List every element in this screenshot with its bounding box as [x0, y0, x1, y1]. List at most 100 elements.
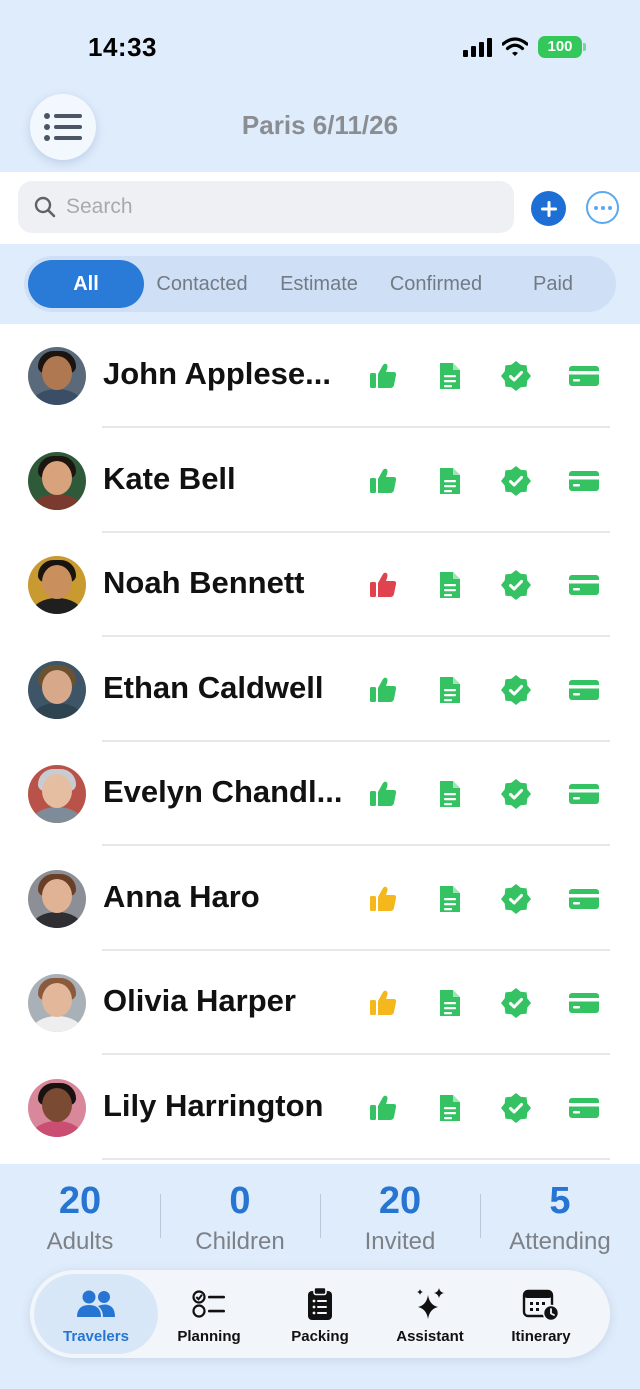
filter-tab-confirmed[interactable]: Confirmed: [378, 260, 494, 308]
avatar: [28, 1078, 86, 1137]
document-icon: [440, 572, 460, 598]
credit-card-icon: [569, 366, 599, 386]
stat-invited: 20 Invited: [320, 1178, 480, 1258]
document-icon: [440, 1094, 460, 1121]
filter-tab-all[interactable]: All: [28, 260, 144, 308]
stat-children: 0 Children: [160, 1178, 320, 1258]
verified-badge-icon: [501, 361, 531, 391]
filter-tab-paid[interactable]: Paid: [504, 260, 602, 308]
verified-badge-icon: [501, 674, 531, 705]
traveler-row[interactable]: Noah Bennett: [0, 533, 640, 637]
header: 14:33 100 Paris 6/11/26: [0, 0, 640, 172]
credit-card-icon: [569, 1097, 599, 1118]
traveler-row[interactable]: Lily Harrington: [0, 1056, 640, 1160]
avatar: [28, 974, 86, 1032]
paid-status: [568, 883, 600, 915]
paid-status: [568, 674, 600, 706]
page-title: Paris 6/11/26: [241, 110, 399, 140]
thumbs-up-icon: [370, 990, 397, 1015]
filter-tab-contacted[interactable]: Contacted: [146, 260, 258, 308]
tab-packing[interactable]: Packing: [265, 1274, 375, 1354]
thumbs-up-icon: [370, 468, 397, 493]
add-traveler-button[interactable]: [531, 191, 566, 226]
verified-badge-icon: [501, 465, 531, 496]
traveler-row[interactable]: Kate Bell: [0, 429, 640, 533]
tab-travelers-label: Travelers: [63, 1328, 129, 1345]
traveler-row[interactable]: Olivia Harper: [0, 951, 640, 1055]
status-time: 14:33: [88, 32, 157, 62]
search-field[interactable]: [18, 181, 514, 233]
credit-card-icon: [569, 470, 599, 491]
avatar: [28, 765, 86, 823]
contacted-status: [367, 360, 399, 392]
document-icon: [440, 990, 460, 1016]
estimate-status: [434, 569, 466, 601]
traveler-row[interactable]: John Applese...: [0, 324, 640, 428]
traveler-row[interactable]: Ethan Caldwell: [0, 638, 640, 742]
traveler-list: John Applese... Kate Bell Noah Bennett Etha…: [0, 324, 640, 1164]
verified-badge-icon: [501, 779, 531, 809]
thumbs-up-icon: [370, 677, 397, 702]
stat-adults: 20 Adults: [0, 1178, 160, 1258]
document-icon: [440, 781, 460, 807]
checklist-icon: [192, 1290, 225, 1318]
stat-attending: 5 Attending: [480, 1178, 640, 1258]
estimate-status: [434, 360, 466, 392]
confirmed-status: [500, 674, 532, 706]
paid-status: [568, 465, 600, 497]
tab-planning-label: Planning: [177, 1328, 241, 1345]
tab-planning[interactable]: Planning: [154, 1274, 264, 1354]
contacted-status: [367, 674, 399, 706]
stat-adults-value: 20: [58, 1180, 102, 1222]
wifi-icon: [502, 37, 528, 56]
confirmed-status: [500, 360, 532, 392]
ellipsis-icon: [593, 205, 598, 210]
confirmed-status: [500, 883, 532, 915]
avatar: [28, 347, 86, 405]
traveler-row[interactable]: Anna Haro: [0, 847, 640, 951]
avatar: [28, 556, 86, 614]
stat-children-value: 0: [229, 1180, 251, 1222]
credit-card-icon: [569, 679, 599, 700]
search-row: [0, 172, 640, 244]
search-input[interactable]: [66, 195, 486, 219]
thumbs-up-icon: [370, 886, 397, 911]
paid-status: [568, 987, 600, 1019]
estimate-status: [434, 883, 466, 915]
contacted-status: [367, 987, 399, 1019]
traveler-name: Evelyn Chandl...: [103, 774, 343, 809]
tab-assistant[interactable]: Assistant: [375, 1274, 485, 1354]
row-divider: [102, 1157, 610, 1160]
tab-packing-label: Packing: [291, 1328, 349, 1345]
stat-attending-label: Attending: [509, 1228, 611, 1255]
estimate-status: [434, 674, 466, 706]
stat-children-label: Children: [195, 1228, 285, 1255]
paid-status: [568, 569, 600, 601]
paid-status: [568, 1092, 600, 1124]
tab-travelers[interactable]: Travelers: [34, 1274, 158, 1354]
traveler-name: Lily Harrington: [103, 1087, 324, 1123]
cellular-signal-icon: [463, 37, 492, 57]
confirmed-status: [500, 778, 532, 810]
estimate-status: [434, 987, 466, 1019]
filter-bar: All Contacted Estimate Confirmed Paid: [0, 244, 640, 324]
sparkles-icon: [417, 1288, 444, 1319]
confirmed-status: [500, 465, 532, 497]
document-icon: [440, 467, 460, 494]
verified-badge-icon: [501, 988, 531, 1018]
filter-tab-estimate[interactable]: Estimate: [264, 260, 374, 308]
more-options-button[interactable]: [586, 191, 619, 224]
filter-segmented-control: All Contacted Estimate Confirmed Paid: [24, 256, 616, 312]
verified-badge-icon: [501, 883, 531, 914]
search-icon: [34, 196, 56, 218]
traveler-row[interactable]: Evelyn Chandl...: [0, 742, 640, 846]
traveler-name: Olivia Harper: [103, 983, 296, 1018]
avatar: [28, 451, 86, 510]
document-icon: [440, 885, 460, 912]
tab-itinerary[interactable]: Itinerary: [486, 1274, 596, 1354]
tab-bar: Travelers Planning Packing Assistant Iti…: [30, 1270, 610, 1358]
credit-card-icon: [569, 993, 599, 1013]
estimate-status: [434, 465, 466, 497]
traveler-name: Noah Bennett: [103, 565, 305, 600]
credit-card-icon: [569, 784, 599, 804]
